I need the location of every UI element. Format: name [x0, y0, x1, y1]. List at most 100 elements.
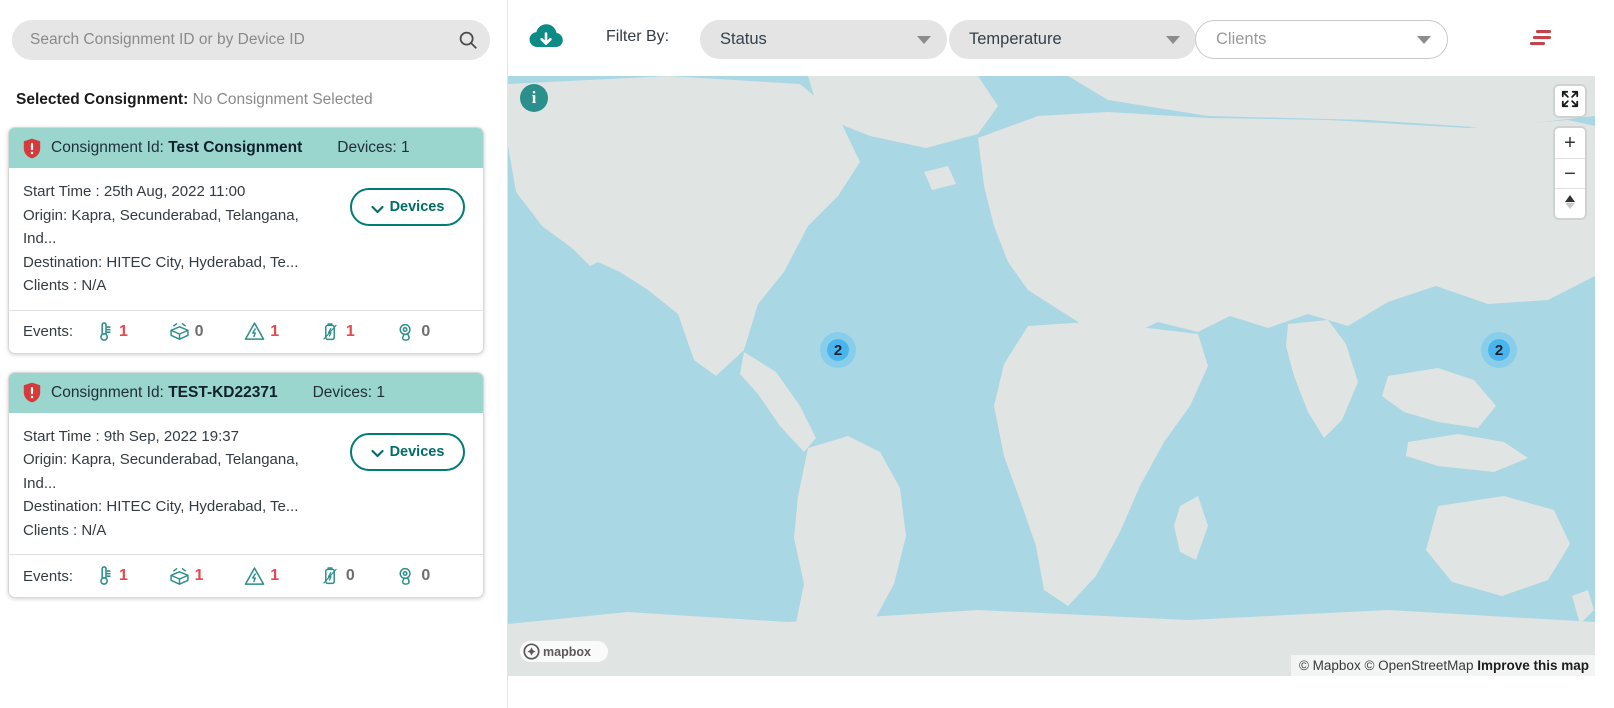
devices-button[interactable]: Devices	[350, 188, 465, 226]
search-icon[interactable]	[446, 29, 490, 51]
chevron-down-icon	[371, 202, 384, 213]
battery-bolt-icon	[318, 319, 343, 344]
consignment-card[interactable]: Consignment Id: Test Consignment Devices…	[8, 127, 484, 354]
event-tamper[interactable]: 0	[167, 319, 243, 344]
temperature-filter-dropdown[interactable]: Temperature	[949, 20, 1196, 59]
status-filter-value: Status	[720, 30, 767, 48]
map-attribution: © Mapbox © OpenStreetMap Improve this ma…	[1290, 655, 1595, 676]
zoom-in-button[interactable]: +	[1555, 128, 1585, 158]
open-box-icon	[167, 564, 192, 589]
event-temperature[interactable]: 1	[91, 319, 167, 344]
chevron-down-icon	[371, 446, 384, 458]
event-count: 1	[194, 567, 204, 584]
chevron-down-icon	[1166, 35, 1180, 44]
status-filter-dropdown[interactable]: Status	[700, 20, 947, 59]
left-panel: Selected Consignment: No Consignment Sel…	[0, 0, 508, 708]
consignment-list: Consignment Id: Test Consignment Devices…	[8, 127, 484, 616]
destination: Destination: HITEC City, Hyderabad, Te..…	[23, 253, 299, 271]
shock-warning-icon	[242, 564, 267, 589]
event-shock[interactable]: 1	[242, 319, 318, 344]
consignment-card-header: Consignment Id: TEST-KD22371 Devices: 1	[9, 372, 483, 413]
destination: Destination: HITEC City, Hyderabad, Te..…	[23, 498, 299, 515]
attribution-text: © Mapbox © OpenStreetMap	[1298, 658, 1474, 673]
fullscreen-button[interactable]	[1555, 86, 1585, 116]
consignment-card-title: Consignment Id: Test Consignment	[51, 139, 303, 156]
consignment-events: Events: 1	[9, 309, 483, 353]
shock-warning-icon	[242, 319, 267, 344]
right-panel: Filter By: Status Temperature Clients i …	[508, 0, 1614, 708]
map-canvas[interactable]: i + − 2 2 mapbox © Mapbox © OpenStreetMa…	[508, 76, 1595, 676]
selected-consignment-value: No Consignment Selected	[192, 91, 373, 108]
event-battery[interactable]: 0	[318, 564, 394, 589]
event-count: 1	[119, 567, 128, 584]
filter-sort-icon[interactable]	[1525, 26, 1559, 50]
search-bar[interactable]	[12, 20, 490, 60]
map-cluster-marker[interactable]: 2	[1481, 332, 1517, 368]
event-count: 1	[345, 322, 355, 340]
location-pin-icon	[393, 564, 418, 589]
world-landmass	[508, 76, 1595, 676]
consignment-devices-count: Devices: 1	[312, 383, 385, 401]
events-label: Events:	[23, 323, 74, 340]
consignment-card-body: Start Time : 25th Aug, 2022 11:00 Origin…	[9, 168, 483, 310]
event-count: 1	[270, 322, 280, 340]
thermometer-icon	[91, 564, 116, 589]
open-box-icon	[167, 319, 192, 344]
improve-map-link[interactable]: Improve this map	[1477, 658, 1589, 673]
location-pin-icon	[393, 319, 418, 344]
selected-consignment-label: Selected Consignment:	[16, 91, 189, 108]
svg-text:mapbox: mapbox	[543, 645, 591, 659]
compass-button[interactable]	[1555, 188, 1585, 218]
filter-by-label: Filter By:	[606, 28, 670, 45]
chevron-down-icon	[917, 35, 931, 44]
consignment-tracking-app: Selected Consignment: No Consignment Sel…	[0, 0, 1614, 708]
cluster-count: 2	[1494, 341, 1504, 359]
consignment-card-header: Consignment Id: Test Consignment Devices…	[9, 128, 483, 168]
start-time: Start Time : 25th Aug, 2022 11:00	[23, 183, 246, 200]
temperature-filter-value: Temperature	[969, 30, 1062, 48]
event-count: 1	[270, 567, 280, 584]
devices-button[interactable]: Devices	[350, 432, 465, 471]
consignment-card[interactable]: Consignment Id: TEST-KD22371 Devices: 1 …	[8, 371, 484, 598]
start-time: Start Time : 9th Sep, 2022 19:37	[23, 427, 239, 445]
shield-alert-icon	[23, 138, 41, 159]
clients: Clients : N/A	[23, 521, 107, 539]
devices-button-label: Devices	[389, 443, 445, 460]
event-count: 0	[421, 567, 431, 584]
clients: Clients : N/A	[23, 277, 107, 294]
events-label: Events:	[23, 567, 74, 585]
consignment-card-title: Consignment Id: TEST-KD22371	[51, 383, 278, 401]
shield-alert-icon	[23, 382, 41, 403]
event-battery[interactable]: 1	[318, 319, 394, 344]
event-location[interactable]: 0	[393, 319, 469, 344]
event-tamper[interactable]: 1	[167, 564, 243, 589]
cloud-download-icon[interactable]	[528, 22, 564, 54]
consignment-devices-count: Devices: 1	[337, 139, 410, 156]
event-count: 0	[194, 322, 204, 340]
cluster-count: 2	[833, 341, 843, 359]
battery-bolt-icon	[318, 564, 343, 589]
clients-filter-value: Clients	[1216, 30, 1267, 48]
event-location[interactable]: 0	[393, 564, 469, 589]
consignment-card-body: Start Time : 9th Sep, 2022 19:37 Origin:…	[9, 413, 483, 555]
map-info-button[interactable]: i	[520, 84, 548, 112]
event-count: 0	[345, 567, 355, 584]
selected-consignment: Selected Consignment: No Consignment Sel…	[16, 91, 373, 109]
thermometer-icon	[91, 319, 116, 344]
zoom-out-button[interactable]: −	[1555, 158, 1585, 188]
map-toolbar: Filter By: Status Temperature Clients	[508, 0, 1614, 76]
compass-icon	[1563, 193, 1577, 215]
clients-filter-dropdown[interactable]: Clients	[1195, 20, 1448, 59]
map-cluster-marker[interactable]: 2	[820, 332, 856, 368]
event-temperature[interactable]: 1	[91, 564, 167, 589]
mapbox-logo[interactable]: mapbox	[520, 641, 608, 662]
event-count: 1	[119, 322, 128, 340]
map-zoom-controls: + −	[1555, 128, 1585, 218]
origin: Origin: Kapra, Secunderabad, Telangana, …	[23, 206, 299, 248]
fullscreen-icon	[1561, 90, 1579, 113]
event-shock[interactable]: 1	[242, 564, 318, 589]
consignment-events: Events: 1	[9, 554, 483, 597]
chevron-down-icon	[1417, 35, 1431, 44]
devices-button-label: Devices	[389, 199, 445, 215]
search-input[interactable]	[12, 21, 446, 59]
